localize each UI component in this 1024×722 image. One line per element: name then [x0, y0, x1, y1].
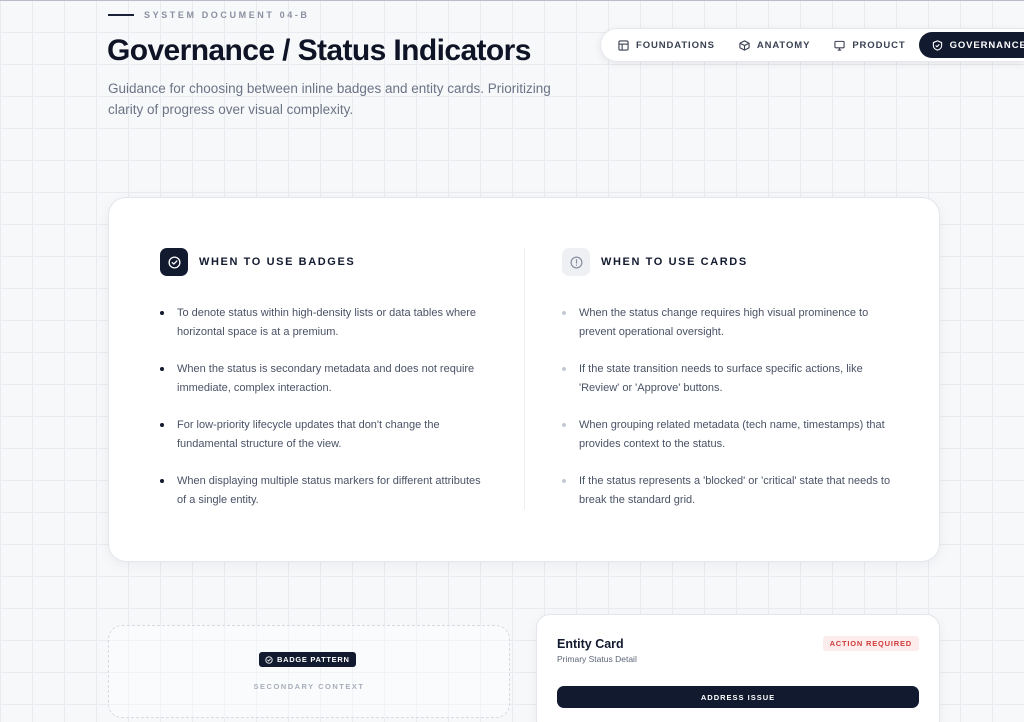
window-top-border	[0, 0, 1024, 1]
layout-icon	[618, 39, 629, 51]
page-subtitle: Guidance for choosing between inline bad…	[108, 81, 551, 117]
alert-circle-icon	[570, 256, 582, 268]
guidance-panel: WHEN TO USE BADGES To denote status with…	[108, 197, 940, 562]
cards-column: WHEN TO USE CARDS When the status change…	[562, 248, 902, 528]
list-item: For low-priority lifecycle updates that …	[160, 416, 490, 454]
cube-icon	[739, 39, 750, 51]
tab-label: ANATOMY	[756, 39, 811, 51]
list-item: When displaying multiple status markers …	[160, 472, 490, 510]
list-item: When grouping related metadata (tech nam…	[562, 416, 892, 454]
badges-column: WHEN TO USE BADGES To denote status with…	[160, 248, 500, 528]
cards-list: When the status change requires high vis…	[562, 304, 902, 510]
monitor-icon	[834, 40, 845, 51]
list-item: When the status is secondary metadata an…	[160, 360, 490, 398]
eyebrow-dash	[108, 14, 134, 16]
cards-icon-tile	[562, 248, 590, 276]
badges-heading-text: WHEN TO USE BADGES	[199, 256, 356, 268]
tab-anatomy[interactable]: ANATOMY	[728, 32, 821, 58]
check-circle-icon	[167, 255, 181, 269]
badges-icon-tile	[160, 248, 188, 276]
shield-check-icon	[932, 39, 942, 51]
badge-pattern-badge: BADGE PATTERN	[259, 652, 356, 667]
list-item: If the state transition needs to surface…	[562, 360, 892, 398]
list-item: To denote status within high-density lis…	[160, 304, 490, 342]
entity-card-subtitle: Primary Status Detail	[557, 654, 637, 664]
tab-label: FOUNDATIONS	[636, 39, 715, 51]
cards-heading-text: WHEN TO USE CARDS	[601, 256, 748, 268]
tab-product[interactable]: PRODUCT	[823, 32, 916, 58]
badge-pattern-example: BADGE PATTERN SECONDARY CONTEXT	[108, 625, 510, 718]
list-item: When the status change requires high vis…	[562, 304, 892, 342]
list-item: If the status represents a 'blocked' or …	[562, 472, 892, 510]
check-circle-icon	[265, 655, 273, 664]
badges-list: To denote status within high-density lis…	[160, 304, 500, 510]
status-badge: ACTION REQUIRED	[822, 636, 919, 651]
page-title: Governance / Status Indicators	[107, 34, 531, 67]
entity-card-title: Entity Card	[557, 637, 624, 651]
eyebrow: SYSTEM DOCUMENT 04-B	[108, 10, 310, 20]
tab-foundations[interactable]: FOUNDATIONS	[607, 32, 726, 58]
entity-card-example: Entity Card Primary Status Detail ACTION…	[536, 614, 940, 722]
tab-label: GOVERNANCE	[949, 39, 1024, 51]
badge-pattern-label: BADGE PATTERN	[277, 655, 350, 664]
tab-governance[interactable]: GOVERNANCE	[918, 32, 1024, 58]
badges-heading: WHEN TO USE BADGES	[160, 248, 500, 276]
tab-label: PRODUCT	[852, 39, 906, 51]
eyebrow-label: SYSTEM DOCUMENT 04-B	[144, 10, 310, 20]
secondary-context-label: SECONDARY CONTEXT	[253, 682, 365, 691]
cards-heading: WHEN TO USE CARDS	[562, 248, 902, 276]
section-nav: FOUNDATIONS ANATOMY PRODUCT GOVERNANCE	[600, 28, 1024, 62]
address-issue-button[interactable]: ADDRESS ISSUE	[557, 686, 919, 708]
column-divider	[524, 248, 525, 510]
